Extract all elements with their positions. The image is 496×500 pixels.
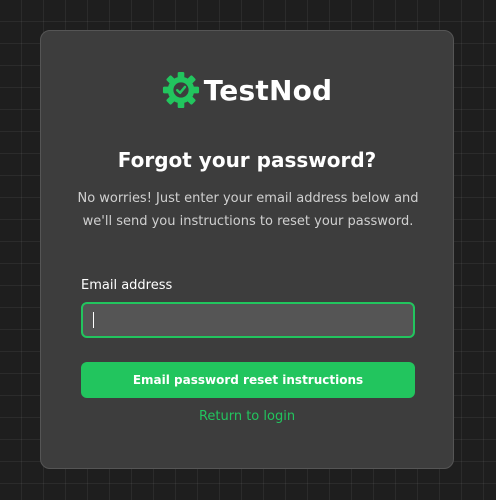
forgot-password-card: TestNod Forgot your password? No worries… [40, 30, 454, 469]
send-reset-instructions-button[interactable]: Email password reset instructions [81, 362, 415, 398]
email-field[interactable] [81, 302, 415, 338]
page-description: No worries! Just enter your email addres… [77, 191, 419, 229]
return-to-login-link[interactable]: Return to login [41, 409, 453, 424]
gear-check-icon [162, 71, 199, 109]
brand-name: TestNod [203, 73, 333, 107]
brand-logo: TestNod [41, 71, 453, 109]
text-cursor [93, 312, 94, 328]
page-title: Forgot your password? [117, 148, 377, 172]
email-label: Email address [81, 278, 173, 293]
